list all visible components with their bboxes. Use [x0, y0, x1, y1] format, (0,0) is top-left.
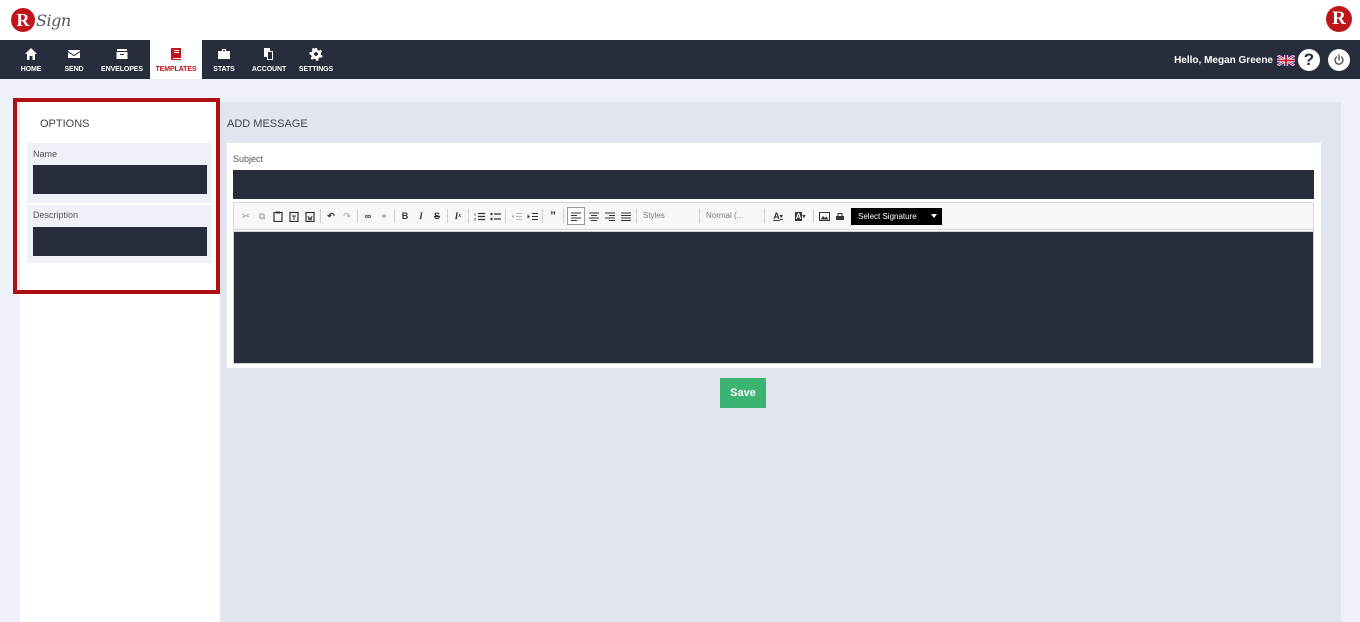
- nav-account[interactable]: ACCOUNT: [248, 40, 290, 79]
- italic-icon[interactable]: I: [414, 209, 428, 223]
- numbered-list-icon[interactable]: 12: [472, 209, 486, 223]
- link-icon[interactable]: ∞: [361, 209, 375, 223]
- toolbar-separator: [563, 209, 564, 223]
- svg-text:1: 1: [474, 212, 476, 216]
- home-icon: [25, 48, 37, 60]
- brand-bar: R Sign R: [0, 0, 1360, 40]
- nav-send[interactable]: SEND: [57, 40, 91, 79]
- paste-icon[interactable]: [271, 209, 285, 223]
- help-icon[interactable]: ?: [1298, 49, 1320, 71]
- toolbar-separator: [447, 209, 448, 223]
- nav-home[interactable]: HOME: [14, 40, 48, 79]
- nav-envelopes[interactable]: ENVELOPES: [99, 40, 145, 79]
- uk-flag-icon[interactable]: [1277, 54, 1295, 66]
- signature-stamp-icon[interactable]: [833, 209, 847, 223]
- nav-settings[interactable]: SETTINGS: [296, 40, 336, 79]
- toolbar-separator: [505, 209, 506, 223]
- briefcase-icon: [218, 49, 230, 59]
- nav-templates[interactable]: TEMPLATES: [150, 40, 202, 79]
- toolbar-separator: [699, 209, 700, 223]
- toolbar-separator: [764, 209, 765, 223]
- greeting-text: Hello, Megan Greene: [1174, 54, 1273, 66]
- align-center-icon[interactable]: [587, 209, 601, 223]
- format-dropdown[interactable]: Normal (...: [702, 208, 762, 224]
- remove-format-icon[interactable]: Ix: [451, 209, 465, 223]
- save-button[interactable]: Save: [720, 378, 766, 408]
- editor-toolbar: ✂ ⧉ ↶ ↷ ∞ ⚭ B I S Ix 12 ” Styles Normal …: [233, 202, 1314, 230]
- name-label: Name: [33, 149, 58, 159]
- options-title: OPTIONS: [40, 118, 90, 130]
- name-field-group: Name: [27, 143, 212, 203]
- inbox-icon: [116, 49, 128, 59]
- toolbar-separator: [357, 209, 358, 223]
- copy-icon[interactable]: ⧉: [255, 209, 269, 223]
- nav-templates-label: TEMPLATES: [155, 66, 197, 73]
- power-glyph: [1334, 54, 1344, 65]
- nav-stats-label: STATS: [213, 66, 235, 73]
- nav-settings-label: SETTINGS: [298, 66, 334, 73]
- align-right-icon[interactable]: [603, 209, 617, 223]
- svg-text:2: 2: [474, 217, 476, 221]
- outdent-icon[interactable]: [509, 209, 523, 223]
- caret-down-icon: [931, 214, 937, 218]
- power-icon[interactable]: [1328, 49, 1350, 71]
- background-color-icon[interactable]: A ▾: [790, 209, 810, 223]
- cut-icon[interactable]: ✂: [239, 209, 253, 223]
- message-body-editor[interactable]: [233, 231, 1314, 364]
- blockquote-icon[interactable]: ”: [546, 209, 560, 223]
- align-justify-icon[interactable]: [619, 209, 633, 223]
- unlink-icon[interactable]: ⚭: [377, 209, 391, 223]
- name-input[interactable]: [33, 165, 207, 194]
- book-icon: [171, 48, 181, 60]
- toolbar-separator: [394, 209, 395, 223]
- nav-stats[interactable]: STATS: [208, 40, 240, 79]
- nav-send-label: SEND: [64, 66, 84, 73]
- toolbar-separator: [542, 209, 543, 223]
- nav-account-label: ACCOUNT: [251, 66, 287, 73]
- text-color-icon[interactable]: A ▾: [768, 209, 788, 223]
- subject-label: Subject: [233, 154, 264, 164]
- copy-icon: [264, 48, 273, 60]
- toolbar-separator: [636, 209, 637, 223]
- add-message-title: ADD MESSAGE: [227, 118, 308, 130]
- description-label: Description: [33, 210, 79, 220]
- description-input[interactable]: [33, 227, 207, 256]
- user-area: Hello, Megan Greene ?: [1174, 49, 1350, 71]
- brand-icon: R: [1326, 6, 1352, 32]
- undo-icon[interactable]: ↶: [324, 209, 338, 223]
- paste-text-icon[interactable]: [287, 209, 301, 223]
- main-nav: HOME SEND ENVELOPES TEMPLATES STATS ACCO…: [0, 40, 1360, 79]
- rsign-logo[interactable]: R Sign: [11, 5, 71, 35]
- nav-envelopes-label: ENVELOPES: [101, 66, 143, 73]
- select-signature-label: Select Signature: [858, 211, 917, 221]
- bulleted-list-icon[interactable]: [488, 209, 502, 223]
- indent-icon[interactable]: [525, 209, 539, 223]
- strikethrough-icon[interactable]: S: [430, 209, 444, 223]
- select-signature-dropdown[interactable]: Select Signature: [851, 207, 942, 225]
- subject-input[interactable]: [233, 170, 1314, 199]
- toolbar-separator: [320, 209, 321, 223]
- align-left-icon[interactable]: [567, 207, 585, 225]
- bold-icon[interactable]: B: [398, 209, 412, 223]
- styles-dropdown[interactable]: Styles: [639, 208, 697, 224]
- toolbar-separator: [468, 209, 469, 223]
- envelope-icon: [68, 50, 80, 58]
- redo-icon[interactable]: ↷: [340, 209, 354, 223]
- gear-icon: [309, 47, 323, 61]
- logo-letter: R: [11, 8, 35, 32]
- description-field-group: Description: [27, 205, 212, 263]
- toolbar-separator: [813, 209, 814, 223]
- nav-home-label: HOME: [20, 66, 42, 73]
- paste-word-icon[interactable]: [303, 209, 317, 223]
- image-icon[interactable]: [817, 209, 831, 223]
- logo-word: Sign: [36, 10, 71, 30]
